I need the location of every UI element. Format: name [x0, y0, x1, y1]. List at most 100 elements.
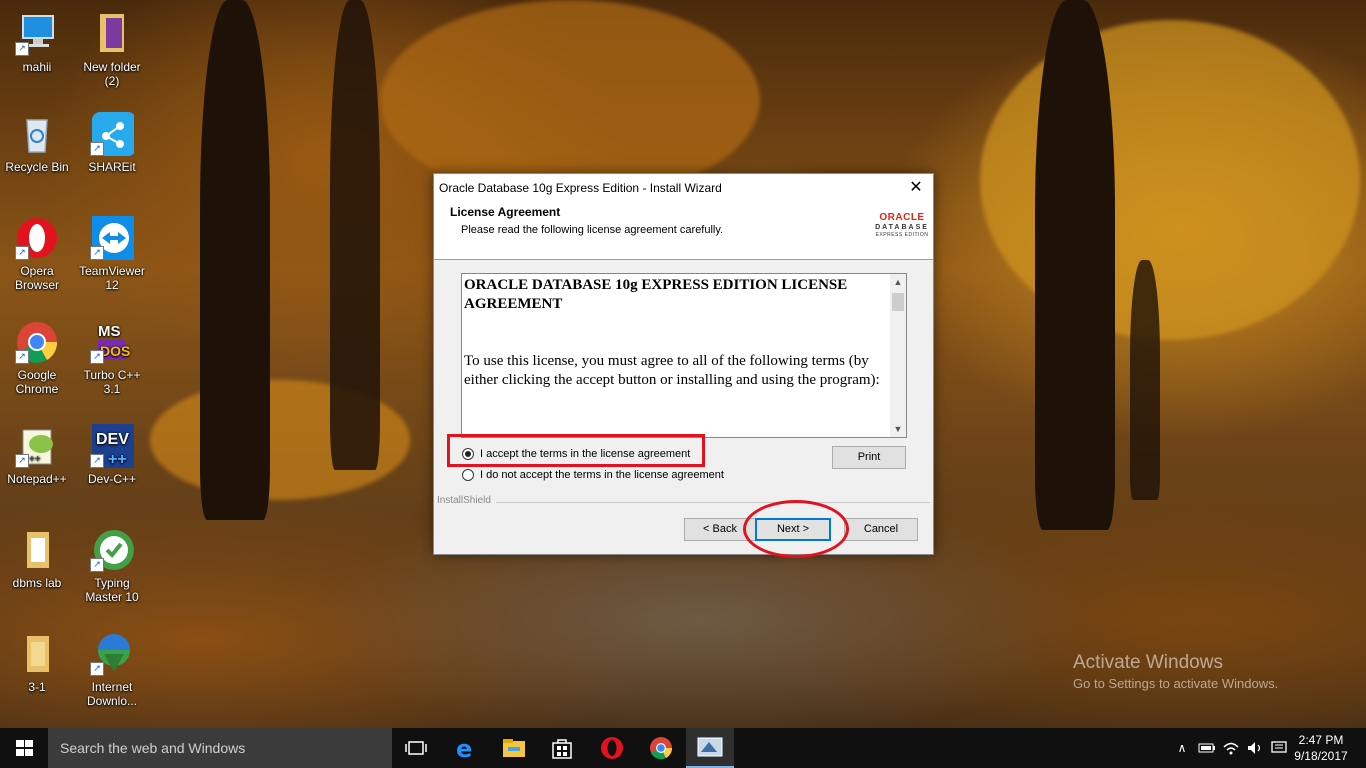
desktop-icon-recycle-bin[interactable]: Recycle Bin	[1, 112, 73, 174]
devcpp-icon: DEV ++ ↗	[90, 424, 136, 468]
volume-icon[interactable]	[1244, 728, 1266, 768]
folder-icon	[15, 632, 59, 676]
dialog-title: Oracle Database 10g Express Edition - In…	[439, 181, 722, 195]
recycle-bin-icon	[15, 112, 59, 156]
desktop-icon-notepadpp[interactable]: ++ ↗ Notepad++	[1, 424, 73, 486]
page-title: License Agreement	[450, 205, 561, 219]
divider	[496, 502, 930, 503]
wallpaper-tree	[330, 0, 380, 470]
highlight-annotation-box	[447, 434, 705, 467]
install-wizard-dialog: Oracle Database 10g Express Edition - In…	[433, 173, 934, 555]
edge-icon[interactable]: e	[442, 728, 490, 768]
installshield-label: InstallShield	[437, 495, 491, 506]
clock-date: 9/18/2017	[1294, 749, 1348, 763]
notepadpp-icon: ++ ↗	[15, 424, 59, 468]
activation-watermark: Activate Windows Go to Settings to activ…	[1073, 652, 1278, 691]
dialog-header: License Agreement Please read the follow…	[434, 201, 933, 260]
store-icon[interactable]	[538, 728, 586, 768]
chevron-up-icon[interactable]: ∧	[1172, 728, 1192, 768]
license-scrollbar[interactable]: ▲ ▼	[890, 274, 906, 437]
svg-text:DOS: DOS	[100, 343, 130, 359]
wifi-icon[interactable]	[1220, 728, 1242, 768]
desktop-icon-mahii[interactable]: ↗ mahii	[1, 12, 73, 74]
shortcut-arrow-icon: ↗	[15, 246, 29, 260]
cancel-button[interactable]: Cancel	[844, 518, 918, 541]
desktop-icon-label: Dev-C++	[87, 472, 137, 486]
oracle-logo: ORACLE DATABASE EXPRESS EDITION	[873, 212, 931, 238]
task-view-icon[interactable]	[392, 728, 440, 768]
opera-taskbar-icon[interactable]	[588, 728, 636, 768]
desktop-icon-idm[interactable]: ↗ Internet Downlo...	[76, 632, 148, 708]
desktop-icon-devcpp[interactable]: DEV ++ ↗ Dev-C++	[76, 424, 148, 486]
desktop-icon-dbms-lab[interactable]: dbms lab	[1, 528, 73, 590]
scroll-thumb[interactable]	[892, 293, 904, 311]
taskbar-clock[interactable]: 2:47 PM 9/18/2017	[1293, 732, 1349, 764]
desktop-icon-label: Typing Master 10	[85, 576, 139, 604]
teamviewer-icon: ↗	[90, 216, 136, 260]
page-subtitle: Please read the following license agreem…	[461, 224, 724, 236]
start-button[interactable]	[0, 728, 48, 768]
decline-radio[interactable]	[462, 469, 474, 481]
license-paragraph: To use this license, you must agree to a…	[464, 353, 880, 388]
shortcut-arrow-icon: ↗	[15, 454, 29, 468]
decline-radio-label: I do not accept the terms in the license…	[480, 469, 724, 481]
battery-icon[interactable]	[1196, 728, 1218, 768]
print-button[interactable]: Print	[832, 446, 906, 469]
desktop-icon-label: Opera Browser	[14, 264, 59, 292]
shortcut-arrow-icon: ↗	[90, 142, 104, 156]
shortcut-arrow-icon: ↗	[15, 350, 29, 364]
svg-text:++: ++	[108, 451, 127, 468]
shortcut-arrow-icon: ↗	[15, 42, 29, 56]
taskbar-search[interactable]: Search the web and Windows	[48, 728, 392, 768]
desktop-icon-teamviewer[interactable]: ↗ TeamViewer 12	[76, 216, 148, 292]
shortcut-arrow-icon: ↗	[90, 246, 104, 260]
taskbar: Search the web and Windows e ∧ 2:47 PM 9…	[0, 728, 1366, 768]
svg-text:DEV: DEV	[96, 431, 129, 448]
desktop-icon-label: Recycle Bin	[5, 160, 69, 174]
desktop-icon-label: mahii	[22, 60, 52, 74]
oracle-installer-taskbar-icon[interactable]	[686, 728, 734, 768]
desktop-icon-label: New folder (2)	[83, 60, 141, 88]
opera-icon: ↗	[15, 216, 59, 260]
file-explorer-icon[interactable]	[490, 728, 538, 768]
typing-master-icon: ↗	[90, 528, 134, 572]
watermark-subtitle: Go to Settings to activate Windows.	[1073, 676, 1279, 691]
desktop-icon-chrome[interactable]: ↗ Google Chrome	[1, 320, 73, 396]
desktop-icon-3-1[interactable]: 3-1	[1, 632, 73, 694]
oracle-logo-line1: DATABASE	[875, 224, 929, 231]
desktop-icon-shareit[interactable]: ↗ SHAREit	[76, 112, 148, 174]
desktop-icon-new-folder[interactable]: New folder (2)	[76, 12, 148, 88]
desktop-icon-label: Internet Downlo...	[86, 680, 138, 708]
desktop-icon-label: Notepad++	[7, 472, 67, 486]
search-input[interactable]: Search the web and Windows	[60, 740, 245, 756]
desktop-icon-label: TeamViewer 12	[79, 264, 145, 292]
shortcut-arrow-icon: ↗	[90, 662, 104, 676]
shareit-icon: ↗	[90, 112, 136, 156]
computer-icon: ↗	[15, 12, 59, 56]
close-button[interactable]: ✕	[899, 174, 933, 201]
desktop-icon-opera[interactable]: ↗ Opera Browser	[1, 216, 73, 292]
wallpaper-foliage	[380, 0, 760, 200]
svg-text:e: e	[456, 736, 472, 760]
highlight-annotation-ellipse	[743, 500, 849, 558]
idm-icon: ↗	[90, 632, 134, 676]
desktop-icon-turbo-cpp[interactable]: MS DOS ↗ Turbo C++ 3.1	[76, 320, 148, 396]
scroll-down-icon[interactable]: ▼	[890, 421, 906, 437]
dialog-titlebar[interactable]: Oracle Database 10g Express Edition - In…	[434, 174, 933, 201]
license-heading: ORACLE DATABASE 10g EXPRESS EDITION LICE…	[464, 277, 848, 312]
oracle-logo-line2: EXPRESS EDITION	[875, 232, 929, 238]
action-center-icon[interactable]	[1268, 728, 1290, 768]
license-text-box[interactable]: ORACLE DATABASE 10g EXPRESS EDITION LICE…	[461, 273, 907, 438]
chrome-taskbar-icon[interactable]	[637, 728, 685, 768]
turbo-cpp-icon: MS DOS ↗	[90, 320, 134, 364]
decline-radio-option[interactable]: I do not accept the terms in the license…	[462, 469, 724, 481]
folder-icon	[90, 12, 134, 56]
desktop-icon-label: SHAREit	[88, 160, 136, 174]
desktop-icon-typing-master[interactable]: ↗ Typing Master 10	[76, 528, 148, 604]
svg-text:MS: MS	[98, 323, 121, 340]
license-text: ORACLE DATABASE 10g EXPRESS EDITION LICE…	[464, 276, 888, 390]
chrome-icon: ↗	[15, 320, 59, 364]
shortcut-arrow-icon: ↗	[90, 454, 104, 468]
scroll-up-icon[interactable]: ▲	[890, 274, 906, 290]
wallpaper-tree	[1130, 260, 1160, 500]
